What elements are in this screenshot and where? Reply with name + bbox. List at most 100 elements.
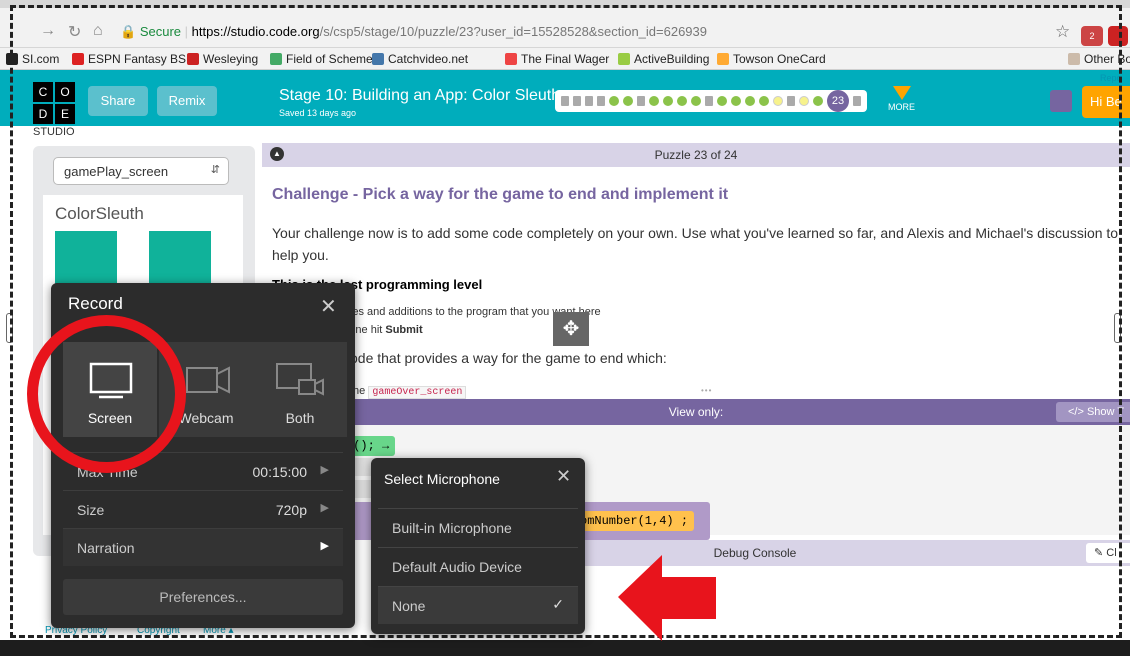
level-doc-icon[interactable] xyxy=(705,96,713,106)
close-icon[interactable]: ✕ xyxy=(320,294,337,319)
level-dot[interactable] xyxy=(609,96,619,106)
show-text-button[interactable]: </> Show T xyxy=(1056,402,1130,422)
mic-option-none[interactable]: None ✓ xyxy=(378,586,578,624)
level-dot[interactable] xyxy=(663,96,673,106)
clear-console-button[interactable]: ✎ Cl xyxy=(1086,543,1130,563)
bookmark-item[interactable]: Wesleying xyxy=(187,52,258,66)
instruction-paragraph: ode that provides a way for the game to … xyxy=(350,350,667,366)
bookmark-item[interactable]: ESPN Fantasy BSB xyxy=(72,52,194,66)
address-bar: → ↻ ⌂ 🔒 Secure | https://studio.code.org… xyxy=(0,8,1130,48)
share-button[interactable]: Share xyxy=(88,86,148,116)
other-bookmarks[interactable]: Other Bo xyxy=(1068,52,1130,66)
level-dot[interactable] xyxy=(649,96,659,106)
mic-option-default[interactable]: Default Audio Device xyxy=(378,547,578,585)
reload-icon[interactable]: ↻ xyxy=(68,22,81,42)
bookmarks-bar: SI.com ESPN Fantasy BSB Wesleying Field … xyxy=(0,48,1130,70)
mic-option-builtin[interactable]: Built-in Microphone xyxy=(378,508,578,546)
code-icon: </> xyxy=(1068,406,1087,418)
level-dot[interactable] xyxy=(677,96,687,106)
url-field[interactable]: 🔒 Secure | https://studio.code.org/s/csp… xyxy=(120,24,707,40)
chevron-right-icon: ▶ xyxy=(320,464,329,476)
level-doc-icon[interactable] xyxy=(853,96,861,106)
left-resize-handle[interactable] xyxy=(6,313,13,343)
user-greeting-button[interactable]: Hi Be xyxy=(1082,86,1130,118)
level-dot[interactable] xyxy=(759,96,769,106)
level-doc-icon[interactable] xyxy=(637,96,645,106)
level-doc-icon[interactable] xyxy=(787,96,795,106)
challenge-title: Challenge - Pick a way for the game to e… xyxy=(272,186,729,203)
close-icon[interactable]: ✕ xyxy=(556,466,571,487)
studio-label: STUDIO xyxy=(33,126,75,138)
logo-letter: D xyxy=(33,104,53,124)
url-host: https://studio.code.org xyxy=(191,24,320,39)
highlight-circle xyxy=(27,315,186,473)
resize-grip-icon[interactable]: ••• xyxy=(701,386,712,395)
size-label: Size xyxy=(77,502,105,518)
narration-row[interactable]: Narration ▶ xyxy=(63,528,343,566)
bookmark-item[interactable]: Towson OneCard xyxy=(717,52,826,66)
bookmark-item[interactable]: SI.com xyxy=(6,52,59,66)
right-resize-handle[interactable] xyxy=(1114,313,1121,343)
color-tile[interactable] xyxy=(149,231,211,291)
bookmark-item[interactable]: The Final Wager xyxy=(505,52,609,66)
bookmark-item[interactable]: Catchvideo.net xyxy=(372,52,468,66)
mic-option-none-label: None xyxy=(392,598,426,614)
select-caret-icon: ⇵ xyxy=(210,164,220,176)
level-doc-icon[interactable] xyxy=(585,96,593,106)
level-dot[interactable] xyxy=(799,96,809,106)
size-row[interactable]: Size 720p ▶ xyxy=(63,490,343,528)
checkmark-icon: ✓ xyxy=(552,596,564,612)
level-dot[interactable] xyxy=(745,96,755,106)
level-doc-icon[interactable] xyxy=(561,96,569,106)
puzzle-counter: Puzzle 23 of 24 xyxy=(654,148,738,162)
logo-letter: O xyxy=(55,82,75,102)
user-menu-icon[interactable] xyxy=(1050,90,1072,112)
level-dot[interactable] xyxy=(623,96,633,106)
home-icon[interactable]: ⌂ xyxy=(93,22,103,40)
current-level-badge[interactable]: 23 xyxy=(827,90,849,112)
extension-icon[interactable]: 2 xyxy=(1081,26,1103,46)
screen-select[interactable]: gamePlay_screen ⇵ xyxy=(53,157,229,185)
level-dot[interactable] xyxy=(813,96,823,106)
clear-label: Cl xyxy=(1106,547,1117,559)
screenshot-root: → ↻ ⌂ 🔒 Secure | https://studio.code.org… xyxy=(0,0,1130,656)
narration-label: Narration xyxy=(77,540,135,556)
forward-icon[interactable]: → xyxy=(40,22,56,40)
level-progress: 23 xyxy=(555,90,867,112)
url-path: /s/csp5/stage/10/puzzle/23?user_id=15528… xyxy=(319,24,707,39)
chevron-right-icon: ▶ xyxy=(320,540,329,552)
level-dot[interactable] xyxy=(717,96,727,106)
saved-status: Saved 13 days ago xyxy=(279,108,357,118)
color-tile[interactable] xyxy=(55,231,117,291)
bookmark-item[interactable]: ActiveBuilding xyxy=(618,52,709,66)
bookmark-star-icon[interactable]: ☆ xyxy=(1055,22,1070,42)
microphone-menu-title: Select Microphone xyxy=(384,471,500,487)
browser-tab-strip xyxy=(0,0,1130,8)
chevron-right-icon: ▶ xyxy=(320,502,329,514)
app-title-label: ColorSleuth xyxy=(55,204,144,223)
remix-button[interactable]: Remix xyxy=(157,86,217,116)
more-dropdown[interactable]: MORE xyxy=(888,86,915,112)
challenge-body: Your challenge now is to add some code c… xyxy=(272,225,1119,263)
report-link[interactable]: Repo xyxy=(1100,73,1122,83)
level-doc-icon[interactable] xyxy=(573,96,581,106)
level-dot[interactable] xyxy=(691,96,701,106)
instruction-item: the gameOver_screen xyxy=(350,385,467,399)
mode-label-both: Both xyxy=(285,410,315,426)
logo-letter: C xyxy=(33,82,53,102)
more-triangle-icon xyxy=(892,86,911,100)
secure-label: Secure xyxy=(139,24,182,39)
red-arrow-icon xyxy=(618,555,716,641)
more-label: MORE xyxy=(888,102,915,112)
extension-red-icon[interactable] xyxy=(1108,26,1128,46)
move-cursor-icon: ✥ xyxy=(553,312,589,346)
random-number-block[interactable]: omNumber(1,4) ; xyxy=(574,511,695,531)
preferences-button[interactable]: Preferences... xyxy=(63,579,343,615)
level-doc-icon[interactable] xyxy=(597,96,605,106)
level-dot[interactable] xyxy=(731,96,741,106)
code-org-logo[interactable]: C O D E xyxy=(33,82,77,126)
level-dot[interactable] xyxy=(773,96,783,106)
size-value: 720p xyxy=(275,502,307,518)
max-time-value: 00:15:00 xyxy=(252,464,308,480)
bookmark-item[interactable]: Field of Schemes xyxy=(270,52,379,66)
